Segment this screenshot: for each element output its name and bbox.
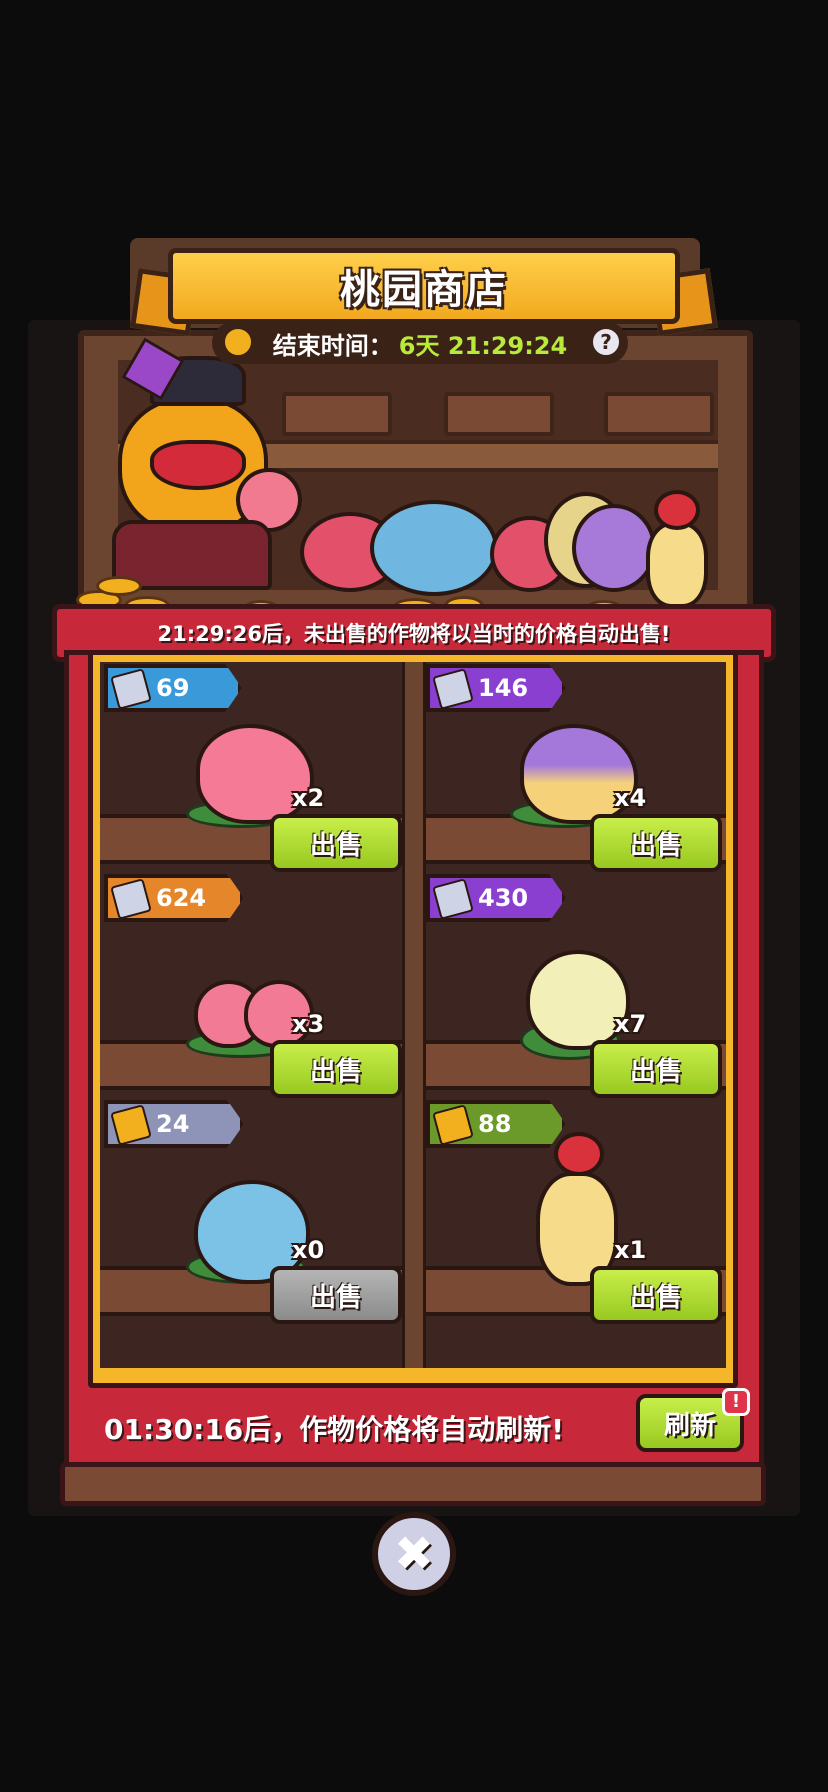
title-banner: 桃园商店 [168,248,680,324]
page-title: 桃园商店 [340,267,508,313]
purple-peach-decoration [572,504,656,592]
quantity: x0 [292,1236,325,1264]
ginseng-berries [554,1132,604,1176]
ginseng-mascot [646,522,708,608]
monkey-face-mask [150,440,246,490]
blue-cabbage-decoration [370,500,498,596]
cabinet-base [60,1462,766,1506]
price-value: 69 [156,674,190,702]
sell-button[interactable]: 出售 [270,1040,402,1098]
price-value: 146 [478,674,529,702]
end-time-value: 6天 21:29:24 [398,331,568,360]
help-icon[interactable]: ? [590,326,622,358]
crate [444,392,554,436]
quantity: x3 [292,1010,325,1038]
sell-button[interactable]: 出售 [590,1266,722,1324]
sell-button[interactable]: 出售 [590,814,722,872]
auto-sell-text: 21:29:26后，未出售的作物将以当时的价格自动出售! [157,622,671,646]
price-value: 430 [478,884,529,912]
quantity: x4 [614,784,647,812]
end-time-strip: 结束时间： 6天 21:29:24 [212,322,628,364]
price-refresh-text: 01:30:16后，作物价格将自动刷新! [104,1413,565,1446]
crate [282,392,392,436]
stopwatch-icon [222,326,254,358]
crate [604,392,714,436]
sell-button[interactable]: 出售 [270,814,402,872]
alert-badge: ! [722,1388,750,1416]
ginseng-berries [654,490,700,530]
price-value: 624 [156,884,207,912]
quantity: x7 [614,1010,647,1038]
price-value: 24 [156,1110,190,1138]
end-time-label: 结束时间： [272,331,393,360]
quantity: x2 [292,784,325,812]
close-icon: ✖ [393,1526,435,1582]
sell-button-disabled[interactable]: 出售 [270,1266,402,1324]
sell-button[interactable]: 出售 [590,1040,722,1098]
close-button[interactable]: ✖ [372,1512,456,1596]
grid-divider [402,662,426,1368]
price-value: 88 [478,1110,512,1138]
quantity: x1 [614,1236,647,1264]
coin-icon [96,576,142,596]
